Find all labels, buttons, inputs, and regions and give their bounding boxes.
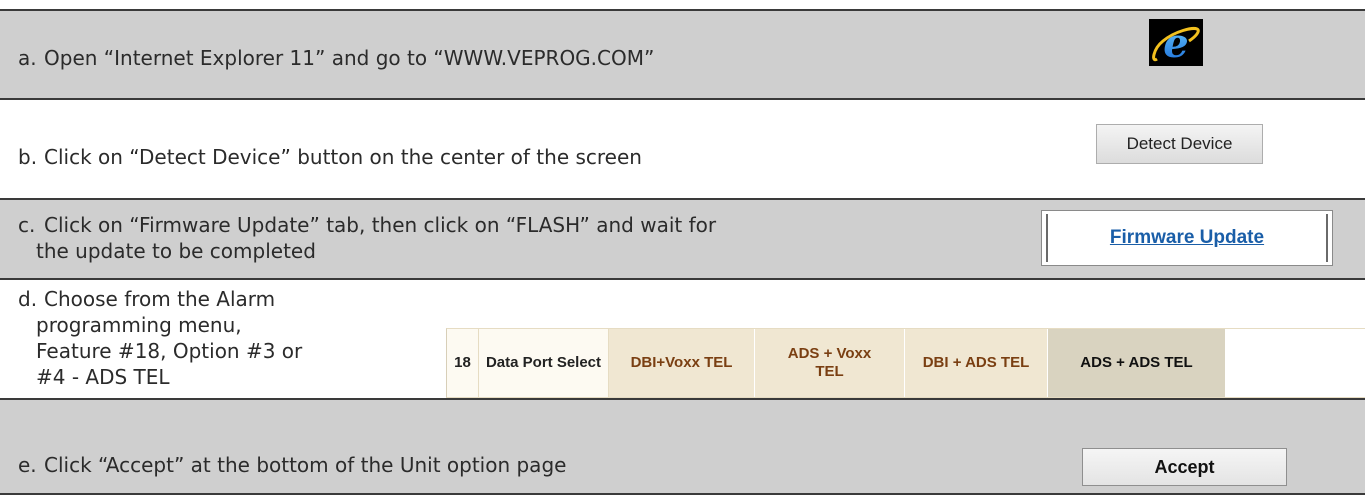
firmware-update-tab[interactable]: Firmware Update [1041, 210, 1333, 266]
accept-button[interactable]: Accept [1082, 448, 1287, 486]
feature-number: 18 [447, 329, 479, 397]
option-1-dbi-voxx-tel[interactable]: DBI+Voxx TEL [609, 329, 755, 397]
firmware-update-link[interactable]: Firmware Update [1110, 227, 1264, 249]
instruction-table: a. Open “Internet Explorer 11” and go to … [0, 0, 1365, 495]
step-b-text: b. Click on “Detect Device” button on the… [18, 145, 642, 169]
option-3-dbi-ads-tel[interactable]: DBI + ADS TEL [905, 329, 1048, 397]
option-4-ads-ads-tel[interactable]: ADS + ADS TEL [1048, 329, 1226, 397]
step-a-text: a. Open “Internet Explorer 11” and go to … [18, 46, 655, 70]
option-2-ads-voxx-tel[interactable]: ADS + Voxx TEL [755, 329, 905, 397]
feature-name: Data Port Select [479, 329, 609, 397]
svg-text:e: e [1163, 20, 1188, 66]
internet-explorer-icon-graphic: e [1152, 20, 1200, 67]
step-c-text: c. Click on “Firmware Update” tab, then c… [18, 213, 717, 263]
step-e-text: e. Click “Accept” at the bottom of the Un… [18, 453, 567, 477]
feature-18-row: 18 Data Port Select DBI+Voxx TEL ADS + V… [446, 328, 1365, 398]
detect-device-button[interactable]: Detect Device [1096, 124, 1263, 164]
internet-explorer-icon[interactable]: e [1149, 19, 1203, 67]
step-d-text: d. Choose from the Alarm programming menu… [18, 287, 303, 389]
firmware-update-tab-inner: Firmware Update [1046, 214, 1328, 262]
